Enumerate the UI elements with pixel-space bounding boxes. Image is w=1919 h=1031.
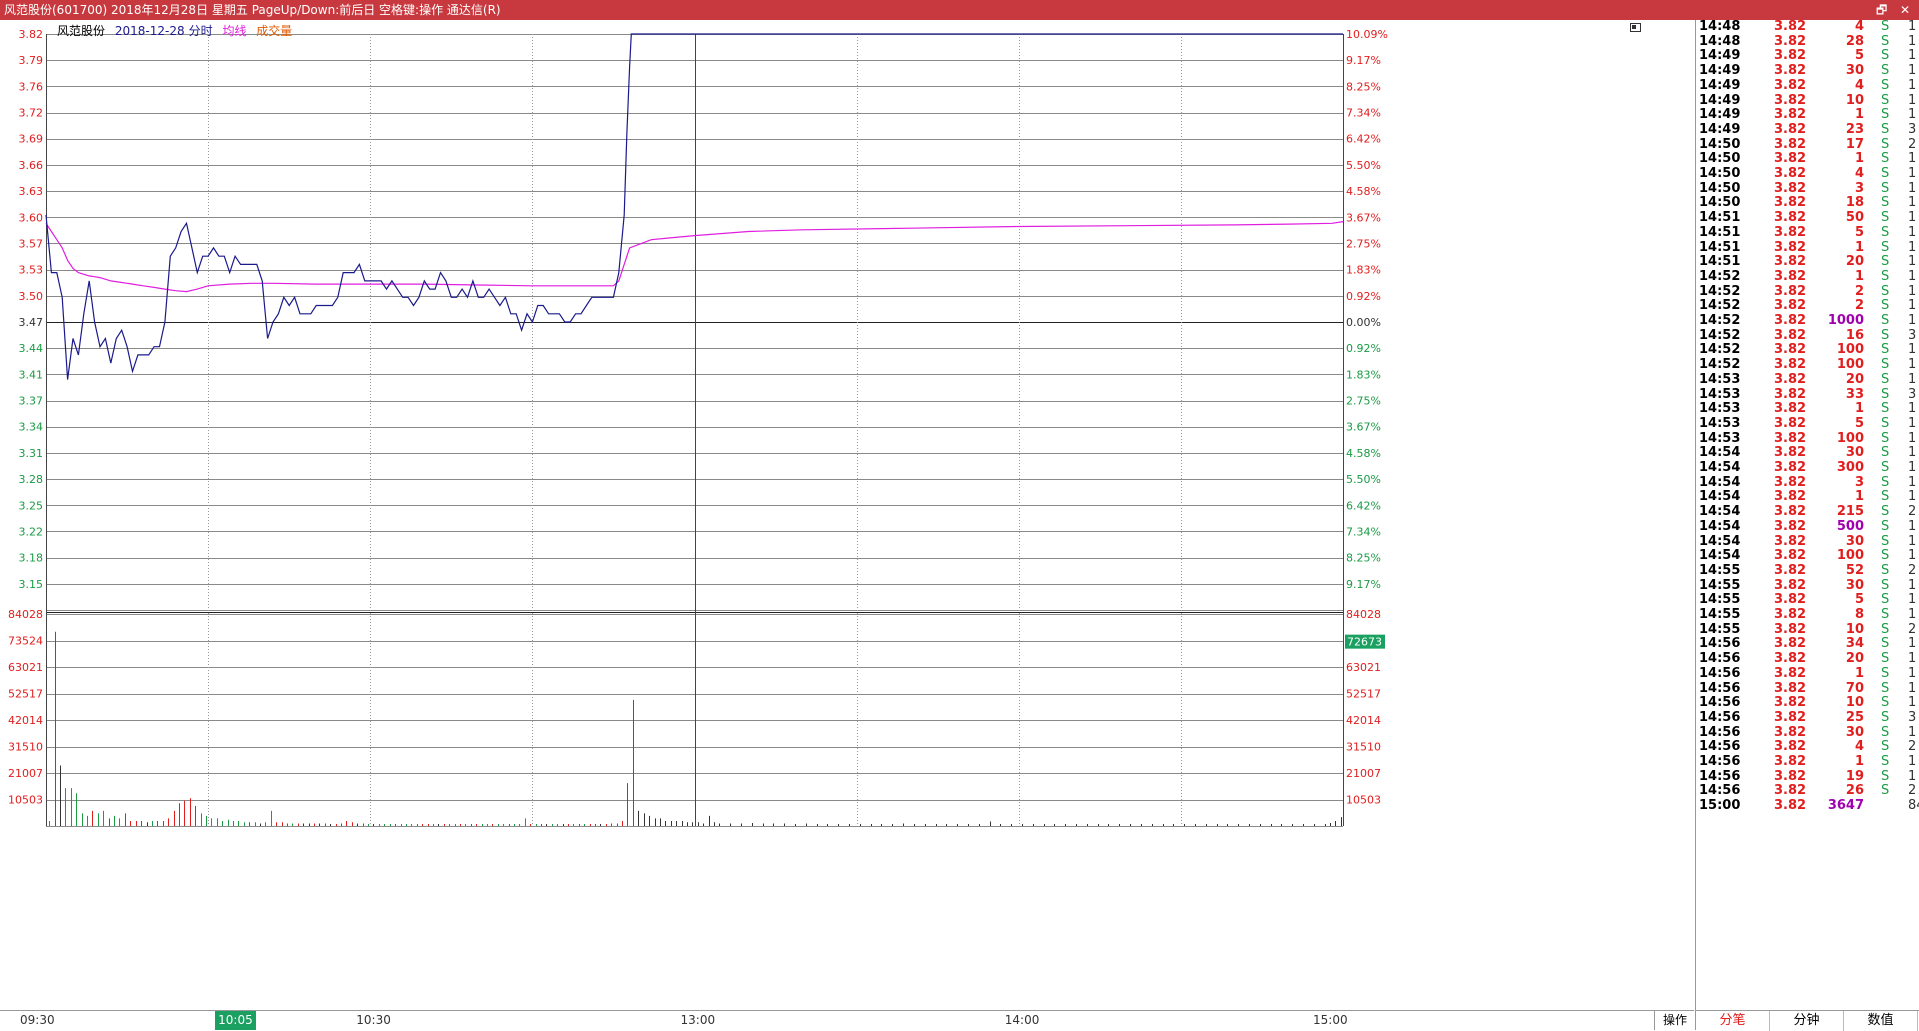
pct-axis-label: 5.50%: [1346, 159, 1381, 172]
trade-ticks-panel[interactable]: 14:48 3.82 4 S 1 14:48 3.82 28 S 1 14:49 3.82 5 S 1 14:…: [1695, 19, 1919, 1031]
price-axis-label: 3.72: [19, 107, 44, 120]
price-axis-label: 3.76: [19, 80, 44, 93]
time-label: 15:00: [1313, 1013, 1348, 1027]
time-axis: 09:30 10:05 10:30 13:00 14:00 15:00 操作: [0, 1010, 1694, 1031]
trade-price: 3.82: [1774, 798, 1807, 814]
volume-axis-label: 42014: [8, 714, 43, 727]
price-axis-label: 3.50: [19, 290, 44, 303]
sidebar-tab[interactable]: 分钟: [1770, 1011, 1844, 1031]
close-icon[interactable]: ✕: [1900, 0, 1910, 20]
pct-axis-label: 3.67%: [1346, 421, 1381, 434]
pct-axis-label: 2.75%: [1346, 395, 1381, 408]
maximize-icon[interactable]: [1630, 23, 1641, 32]
stock-name-label: 风范股份: [57, 24, 106, 38]
pct-axis-label: 9.17%: [1346, 578, 1381, 591]
pct-axis-label: 9.17%: [1346, 54, 1381, 67]
window-title: 风范股份(601700) 2018年12月28日 星期五 PageUp/Down…: [4, 3, 501, 17]
time-label: 10:30: [356, 1013, 391, 1027]
pct-axis-label: 1.83%: [1346, 264, 1381, 277]
volume-axis-label: 73524: [8, 635, 43, 648]
pct-axis-label: 0.92%: [1346, 290, 1381, 303]
pct-axis-label: 3.67%: [1346, 211, 1381, 224]
pct-axis-label: 6.42%: [1346, 133, 1381, 146]
price-axis-label: 3.79: [19, 54, 44, 67]
avg-line-legend: 均线: [222, 24, 247, 38]
price-axis-label: 3.57: [19, 237, 44, 250]
price-axis-label: 3.31: [19, 447, 44, 460]
sidebar-tab[interactable]: 分笔: [1696, 1011, 1770, 1031]
intraday-chart[interactable]: 3.82 10.09% 3.79 9.17% 3.76 8.25% 3.72 7.34% 3.6…: [0, 20, 1694, 1010]
price-line: [45, 33, 1343, 380]
price-axis-label: 3.34: [19, 421, 44, 434]
volume-axis-label-right: 10503: [1346, 794, 1381, 807]
volume-axis-label-right: 84028: [1346, 608, 1381, 621]
price-axis-label: 3.44: [19, 342, 44, 355]
volume-axis-label: 10503: [8, 794, 43, 807]
trade-time: 15:00: [1699, 798, 1741, 814]
price-axis-label: 3.63: [19, 185, 44, 198]
volume-axis-label-right: 63021: [1346, 661, 1381, 674]
sidebar-tab-bar: 分笔 分钟 数值: [1696, 1010, 1919, 1031]
pct-axis-label: 4.58%: [1346, 447, 1381, 460]
pct-axis-label: 5.50%: [1346, 473, 1381, 486]
pct-axis-label: 10.09%: [1346, 28, 1388, 41]
price-axis-label: 3.47: [19, 316, 44, 329]
average-price-line: [45, 221, 1344, 293]
time-label: 14:00: [1004, 1013, 1040, 1027]
chart-date-label: 2018-12-28: [114, 24, 185, 38]
pct-axis-label: 0.00%: [1346, 316, 1381, 329]
price-axis-label: 3.60: [19, 211, 44, 224]
trade-count: 84: [1908, 798, 1919, 814]
volume-axis-label-right: 31510: [1346, 741, 1381, 754]
volume-axis-label: 52517: [8, 688, 43, 701]
price-axis-label: 3.66: [19, 159, 44, 172]
volume-legend: 成交量: [256, 24, 293, 38]
price-axis-label: 3.22: [19, 525, 44, 538]
volume-axis-label: 21007: [8, 767, 43, 780]
title-bar: 风范股份(601700) 2018年12月28日 星期五 PageUp/Down…: [0, 0, 1919, 20]
current-volume-label: 72673: [1347, 636, 1382, 649]
pct-axis-label: 4.58%: [1346, 185, 1381, 198]
chart-header: 风范股份 2018-12-28 分时 均线 成交量: [57, 22, 298, 39]
volume-axis-label-right: 42014: [1346, 714, 1381, 727]
pct-axis-label: 8.25%: [1346, 552, 1381, 565]
time-label: 13:00: [680, 1013, 716, 1027]
pct-axis-label: 1.83%: [1346, 368, 1381, 381]
restore-icon[interactable]: 🗗: [1876, 0, 1887, 20]
volume-axis-label: 84028: [8, 608, 43, 621]
price-axis-label: 3.28: [19, 473, 44, 486]
pct-axis-label: 7.34%: [1346, 107, 1381, 120]
pct-axis-label: 8.25%: [1346, 80, 1381, 93]
volume-axis-label-right: 52517: [1346, 688, 1381, 701]
trade-volume: 3647: [1827, 798, 1864, 814]
pct-axis-label: 0.92%: [1346, 342, 1381, 355]
pct-axis-label: 2.75%: [1346, 237, 1381, 250]
price-axis-label: 3.82: [19, 28, 44, 41]
time-label: 10:05: [215, 1011, 256, 1030]
volume-axis-label: 31510: [8, 741, 43, 754]
sidebar-tab[interactable]: 数值: [1844, 1011, 1918, 1031]
price-axis-label: 3.37: [19, 395, 44, 408]
volume-axis-label: 63021: [8, 661, 43, 674]
price-axis-label: 3.18: [19, 552, 44, 565]
volume-axis-label-right: 21007: [1346, 767, 1381, 780]
chart-mode-label: 分时: [188, 24, 213, 38]
operation-button[interactable]: 操作: [1654, 1011, 1695, 1030]
price-axis-label: 3.69: [19, 133, 44, 146]
price-axis-label: 3.15: [19, 578, 44, 591]
time-label: 09:30: [20, 1013, 55, 1027]
price-axis-label: 3.53: [19, 264, 44, 277]
chart-canvas[interactable]: 3.82 10.09% 3.79 9.17% 3.76 8.25% 3.72 7.34% 3.6…: [0, 20, 1694, 1010]
pct-axis-label: 6.42%: [1346, 499, 1381, 512]
pct-axis-label: 7.34%: [1346, 525, 1381, 538]
trade-row: 15:00 3.82 3647 84: [1696, 797, 1919, 815]
price-axis-label: 3.25: [19, 499, 44, 512]
price-axis-label: 3.41: [19, 368, 44, 381]
